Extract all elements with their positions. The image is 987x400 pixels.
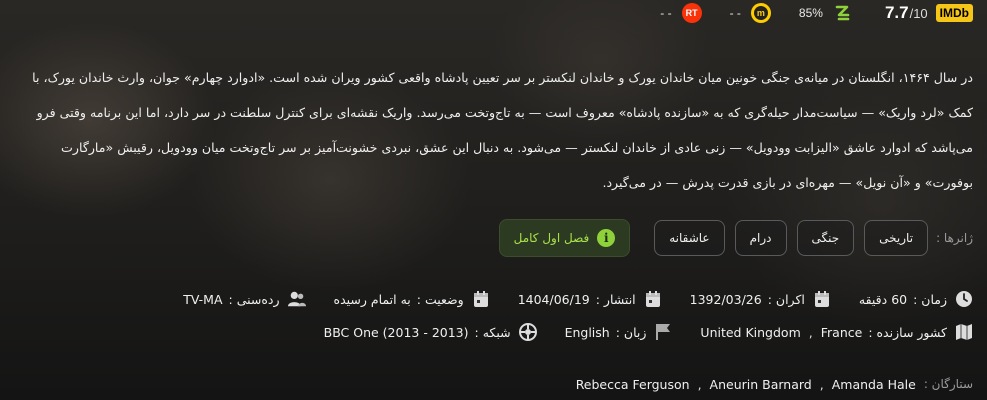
published-item: انتشار : 1404/06/19: [518, 290, 662, 308]
release-item: اکران : 1392/03/26: [690, 290, 831, 308]
imdb-logo-icon: IMDb: [935, 4, 973, 22]
language-item: زبان : English: [565, 323, 673, 341]
calendar-icon: [472, 290, 490, 308]
country-value-2: United Kingdom: [700, 324, 801, 340]
rotten-tomatoes-icon: RT: [681, 3, 702, 23]
rotten-tomatoes-score: - -: [660, 6, 672, 20]
release-value: 1392/03/26: [689, 291, 762, 307]
calendar-icon: [813, 290, 831, 308]
info-icon: i: [597, 229, 616, 247]
duration-value: 60 دقیقه: [858, 291, 908, 307]
flag-icon: [654, 323, 672, 341]
imdb-max: /10: [909, 5, 928, 21]
country-value-1: France: [820, 324, 863, 340]
synopsis-text: در سال ۱۴۶۴، انگلستان در میانه‌ی جنگی خو…: [32, 70, 973, 190]
meta-row-production: کشور سازنده : France , United Kingdom زب…: [0, 320, 973, 344]
users-icon: [287, 290, 306, 308]
status-label: وضعیت :: [416, 291, 464, 307]
metacritic-icon: m: [750, 3, 771, 23]
genre-chip-historical[interactable]: تاریخی: [864, 220, 929, 256]
calendar-icon: [644, 290, 662, 308]
imdb-rating: 7.7 /10 IMDb: [885, 3, 973, 23]
age-rating-value: TV-MA: [183, 291, 223, 307]
rotten-tomatoes-rating: - - RT: [660, 3, 702, 23]
cast-label: ستارگان :: [923, 377, 973, 391]
network-item: شبکه : BBC One (2013 - 2013): [324, 323, 537, 341]
season-status-label: فصل اول کامل: [513, 231, 590, 245]
cast-name-2[interactable]: Aneurin Barnard: [710, 377, 812, 392]
language-value: English: [564, 324, 610, 340]
country-label: کشور سازنده :: [868, 324, 947, 340]
metacritic-rating: - - m: [730, 3, 771, 23]
cast-name-1[interactable]: Amanda Hale: [832, 377, 916, 392]
show-details-panel: 7.7 /10 IMDb 85% - - m - - RT در سال ۱۴۶…: [0, 0, 987, 400]
duration-item: زمان : 60 دقیقه: [859, 290, 973, 308]
meta-row-dates: زمان : 60 دقیقه اکران : 1392/03/26 انتشا…: [0, 287, 973, 311]
season-status-button[interactable]: i فصل اول کامل: [498, 219, 631, 257]
cast-row: ستارگان : Amanda Hale , Aneurin Barnard …: [575, 376, 973, 392]
status-value: به اتمام رسیده: [333, 291, 411, 307]
map-icon: [955, 323, 973, 341]
status-item: وضعیت : به اتمام رسیده: [334, 290, 490, 308]
language-label: زبان :: [615, 324, 647, 340]
duration-label: زمان :: [913, 291, 947, 307]
ratings-row: 7.7 /10 IMDb 85% - - m - - RT: [0, 0, 973, 26]
network-label: شبکه :: [474, 324, 511, 340]
genres-row: ژانرها : تاریخی جنگی درام عاشقانه i فصل …: [0, 219, 973, 257]
metacritic-score: - -: [729, 6, 741, 20]
zoomg-rating: 85%: [799, 3, 853, 23]
network-value: BBC One (2013 - 2013): [323, 324, 469, 340]
genres-label: ژانرها :: [936, 231, 973, 245]
zoomg-score: 85%: [798, 6, 823, 20]
clock-icon: [955, 290, 973, 308]
genre-chip-romance[interactable]: عاشقانه: [654, 220, 725, 256]
cast-name-3[interactable]: Rebecca Ferguson: [576, 377, 690, 392]
network-icon: [518, 323, 537, 341]
age-rating-label: رده‌سنی :: [228, 291, 280, 307]
genre-chip-drama[interactable]: درام: [734, 220, 787, 256]
release-label: اکران :: [767, 291, 805, 307]
zoomg-logo-icon: [833, 3, 853, 23]
imdb-score: 7.7: [884, 3, 909, 22]
age-rating-item: رده‌سنی : TV-MA: [183, 290, 306, 308]
published-value: 1404/06/19: [517, 291, 590, 307]
published-label: انتشار :: [595, 291, 636, 307]
country-item: کشور سازنده : France , United Kingdom: [700, 323, 973, 341]
genre-chip-war[interactable]: جنگی: [796, 220, 855, 256]
